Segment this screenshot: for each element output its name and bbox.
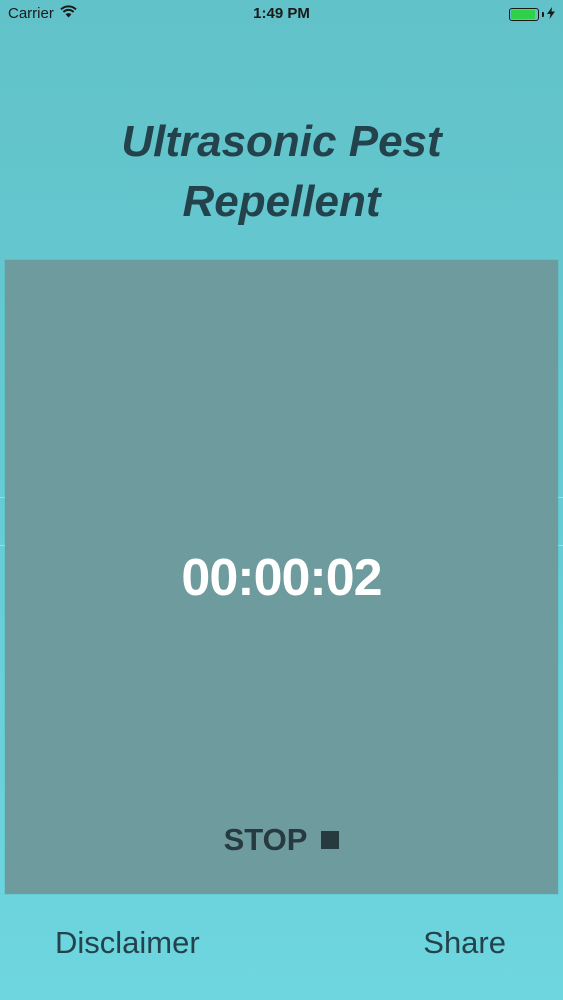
title-line-1: Ultrasonic Pest <box>121 117 442 166</box>
timer-panel[interactable]: 00:00:02 STOP <box>5 260 558 894</box>
stop-icon <box>321 831 340 849</box>
share-button[interactable]: Share <box>423 925 506 961</box>
battery-fill <box>511 10 535 19</box>
battery-icon <box>509 8 539 21</box>
timer-display: 00:00:02 <box>181 549 382 607</box>
title-line-2: Repellent <box>182 177 381 226</box>
battery-tip <box>542 12 544 17</box>
page-title: Ultrasonic Pest Repellent <box>0 112 563 232</box>
disclaimer-button[interactable]: Disclaimer <box>55 925 200 961</box>
bolt-icon <box>547 6 555 23</box>
status-bar: Carrier 1:49 PM <box>0 0 563 30</box>
status-time: 1:49 PM <box>253 5 310 22</box>
stop-button[interactable]: STOP <box>5 822 558 858</box>
status-right <box>509 6 555 23</box>
stop-label: STOP <box>223 822 308 857</box>
